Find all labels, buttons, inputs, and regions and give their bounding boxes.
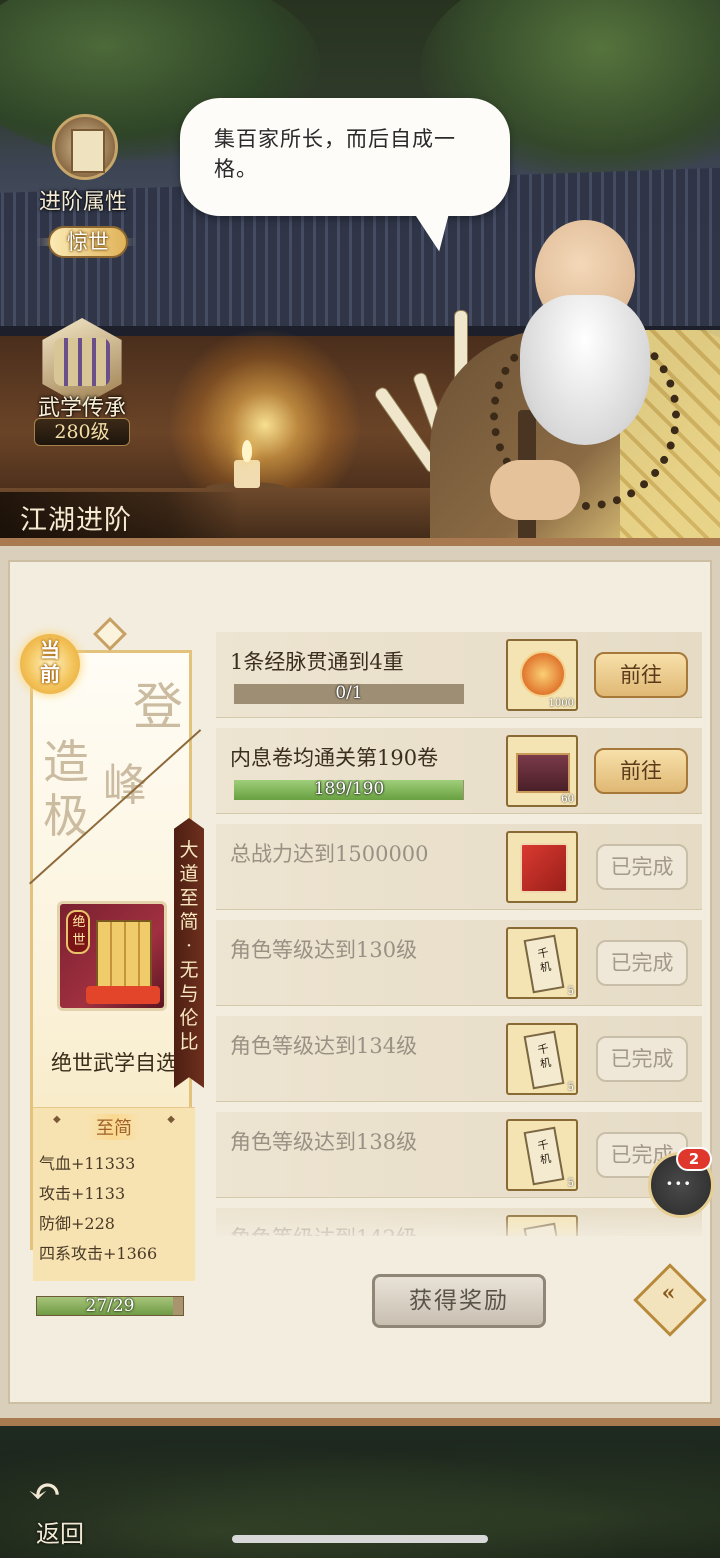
stat-element-attack: 四系攻击+1366 — [39, 1244, 158, 1263]
scene-background: 集百家所长，而后自成一格。 进阶属性 惊世 武学传承 280级 江湖进阶 — [0, 0, 720, 545]
stat-attack: 攻击+1133 — [39, 1184, 126, 1203]
task-reward-item[interactable]: 千机 5 — [506, 1023, 578, 1095]
scroll-icon: 千机 — [523, 1030, 565, 1090]
item-count: 1000 — [548, 698, 574, 709]
current-tag: 当前 — [20, 634, 80, 694]
stage-name-char-1: 登 — [133, 678, 183, 736]
reward-tag-text: 绝世 — [72, 915, 86, 948]
back-label: 返回 — [36, 1520, 84, 1548]
task-title: 角色等级达到130级 — [230, 938, 418, 962]
stat-hp: 气血+11333 — [39, 1154, 136, 1173]
stage-progress-text: 27/29 — [85, 1296, 135, 1316]
reward-item-icon[interactable]: 绝世 — [57, 901, 167, 1011]
scroll-icon: 千机 — [523, 934, 565, 994]
task-reward-item[interactable]: 60 — [506, 735, 578, 807]
advanced-attributes-label: 进阶属性 — [38, 190, 127, 215]
current-stage-badge: 惊世 — [48, 226, 128, 258]
diamond-ornament — [93, 617, 127, 651]
item-count: 60 — [561, 794, 574, 805]
elder-beard — [520, 295, 650, 445]
go-button[interactable]: 前往 — [594, 748, 688, 794]
task-reward-item[interactable]: 千机 5 — [506, 927, 578, 999]
book-icon — [520, 843, 568, 893]
candle — [234, 460, 260, 488]
task-row: 总战力达到1500000 已完成 — [216, 824, 702, 910]
task-progress-bar: 0/1 — [234, 683, 464, 704]
stage-stats: 至简 气血+11333 攻击+1133 防御+228 四系攻击+1366 — [33, 1107, 195, 1281]
reward-name: 绝世武学自选 — [51, 1051, 177, 1075]
item-count: 5 — [567, 1178, 574, 1189]
reward-tag: 绝世 — [66, 910, 90, 954]
back-button[interactable]: ↶ 返回 — [20, 1470, 100, 1550]
scroll-label: 千机 — [536, 1138, 553, 1167]
task-progress-bar: 189/190 — [234, 779, 464, 800]
task-list[interactable]: 1条经脉贯通到4重 0/1 1000 前往 内息卷均通关第190卷 189/190 60 前往… — [216, 632, 704, 1236]
task-progress-text: 0/1 — [335, 683, 363, 703]
task-reward-item[interactable]: 千机 5 — [506, 1119, 578, 1191]
candle-flame — [242, 440, 252, 462]
elder-character — [420, 210, 720, 545]
task-progress-text: 189/190 — [313, 779, 385, 799]
item-count: 5 — [567, 1082, 574, 1093]
back-arrow-icon: ↶ — [28, 1469, 62, 1515]
stage-card-body: 登 峰 造极 绝世 绝世武学自选 至简 气血+11333 攻击+1133 防御+… — [29, 650, 202, 1281]
task-title: 总战力达到1500000 — [230, 842, 429, 866]
task-title: 内息卷均通关第190卷 — [230, 746, 439, 770]
task-reward-item[interactable] — [506, 831, 578, 903]
stage-card[interactable]: 登 峰 造极 绝世 绝世武学自选 至简 气血+11333 攻击+1133 防御+… — [20, 617, 204, 1334]
completed-button: 已完成 — [596, 844, 688, 890]
pedestal-icon — [86, 986, 160, 1004]
task-row: 角色等级达到130级 千机 5 已完成 — [216, 920, 702, 1006]
scroll-icon: 千机 — [523, 1126, 565, 1186]
speech-bubble: 集百家所长，而后自成一格。 — [180, 98, 510, 216]
stats-title: 至简 — [53, 1114, 175, 1140]
list-fade — [206, 1210, 706, 1258]
claim-reward-button[interactable]: 获得奖励 — [372, 1274, 546, 1328]
task-title: 角色等级达到138级 — [230, 1130, 418, 1154]
page-title-bar: 江湖进阶 — [0, 492, 240, 540]
chat-icon: ··· — [665, 1167, 692, 1200]
stat-defense: 防御+228 — [39, 1214, 115, 1233]
home-indicator[interactable] — [232, 1535, 488, 1543]
page-title: 江湖进阶 — [20, 505, 132, 536]
chest-icon — [516, 753, 570, 793]
stage-progress-bar: 27/29 — [36, 1296, 184, 1316]
martial-legacy-button[interactable]: 武学传承 280级 — [22, 318, 142, 448]
stage-ribbon: 大道至简·无与伦比 — [174, 818, 204, 1088]
advanced-attributes-button[interactable]: 进阶属性 惊世 — [28, 110, 138, 270]
dialogue-text: 集百家所长，而后自成一格。 — [214, 127, 456, 181]
task-row: 内息卷均通关第190卷 189/190 60 前往 — [216, 728, 702, 814]
martial-legacy-level: 280级 — [34, 418, 130, 446]
task-row: 角色等级达到138级 千机 5 已完成 — [216, 1112, 702, 1198]
elder-hands — [490, 460, 580, 520]
task-row: 角色等级达到134级 千机 5 已完成 — [216, 1016, 702, 1102]
chevron-left-icon: « — [661, 1279, 676, 1306]
completed-button: 已完成 — [596, 940, 688, 986]
scroll-label: 千机 — [536, 1042, 553, 1071]
go-button[interactable]: 前往 — [594, 652, 688, 698]
stage-name-char-3: 造极 — [43, 735, 89, 843]
task-title: 1条经脉贯通到4重 — [230, 650, 404, 674]
chat-badge: 2 — [676, 1147, 712, 1171]
item-count: 5 — [567, 986, 574, 997]
completed-button: 已完成 — [596, 1036, 688, 1082]
task-row: 1条经脉贯通到4重 0/1 1000 前往 — [216, 632, 702, 718]
ribbon-text: 大道至简·无与伦比 — [179, 839, 199, 1053]
scroll-label: 千机 — [536, 946, 553, 975]
current-tag-text: 当前 — [40, 638, 60, 686]
coin-icon — [520, 651, 566, 697]
book-icon — [52, 114, 118, 180]
task-title: 角色等级达到134级 — [230, 1034, 418, 1058]
task-reward-item[interactable]: 1000 — [506, 639, 578, 711]
